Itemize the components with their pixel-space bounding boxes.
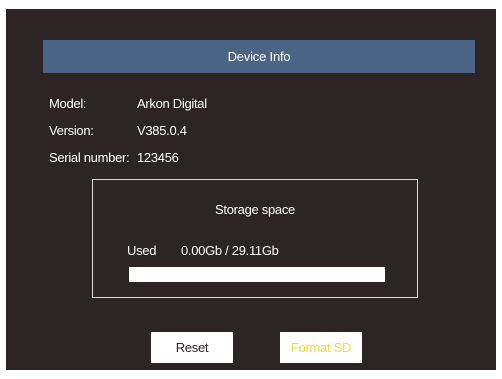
storage-used-label: Used — [127, 243, 157, 258]
page-title: Device Info — [43, 40, 475, 73]
version-label: Version: — [49, 123, 94, 138]
reset-button[interactable]: Reset — [151, 332, 233, 363]
version-value: V385.0.4 — [137, 123, 187, 138]
storage-progress-bar — [129, 267, 385, 282]
storage-used-value: 0.00Gb / 29.11Gb — [181, 243, 279, 258]
format-sd-button[interactable]: Format SD — [280, 332, 362, 363]
serial-number-value: 123456 — [137, 150, 179, 165]
device-info-panel: Device Info Model: Arkon Digital Version… — [6, 9, 496, 370]
model-value: Arkon Digital — [137, 96, 207, 111]
serial-number-label: Serial number: — [49, 150, 130, 165]
storage-title: Storage space — [215, 202, 295, 217]
model-label: Model: — [49, 96, 87, 111]
storage-section: Storage space Used 0.00Gb / 29.11Gb — [92, 179, 418, 298]
